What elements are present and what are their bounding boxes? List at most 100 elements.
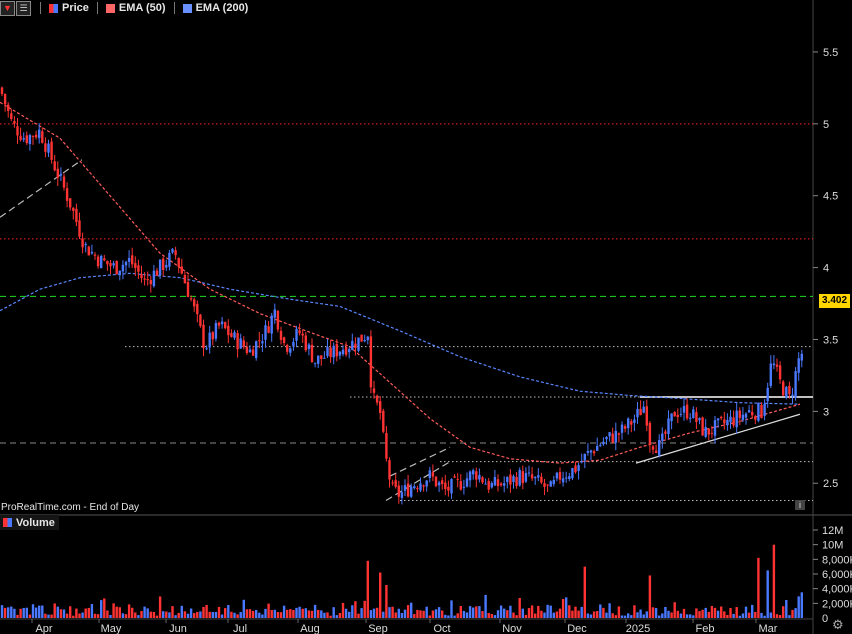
volume-bar xyxy=(648,575,652,618)
legend-separator xyxy=(173,2,175,14)
volume-label: Volume xyxy=(16,516,55,529)
y-tick-label: 2.5 xyxy=(823,478,838,490)
volume-bar xyxy=(366,560,369,618)
candle-body xyxy=(109,262,112,267)
price-label: Price xyxy=(62,2,89,14)
candle-body xyxy=(580,461,583,463)
candle-body xyxy=(385,432,388,459)
volume-bar xyxy=(205,604,208,618)
volume-bar xyxy=(363,600,366,618)
volume-bar xyxy=(59,609,63,618)
candle-body xyxy=(400,492,404,498)
candle-body xyxy=(118,270,121,276)
candle-body xyxy=(56,168,59,178)
candle-body xyxy=(199,314,202,327)
ema50-label: EMA (50) xyxy=(118,2,166,14)
collapse-arrow-icon[interactable]: ▼ xyxy=(0,0,15,16)
candle-body xyxy=(571,468,574,479)
volume-bar xyxy=(193,613,196,618)
candle-body xyxy=(645,406,648,426)
volume-bar xyxy=(506,610,509,618)
candle-body xyxy=(90,252,94,254)
candle-body xyxy=(242,340,245,347)
volume-bar xyxy=(667,610,670,618)
candle-body xyxy=(233,332,236,338)
volume-bar xyxy=(276,612,280,618)
candle-body xyxy=(22,138,25,140)
volume-bar xyxy=(372,608,376,618)
candle-body xyxy=(658,440,661,456)
volume-bar xyxy=(496,610,500,618)
volume-bar xyxy=(326,612,329,618)
candle-body xyxy=(93,254,97,256)
volume-bar xyxy=(636,612,639,618)
candle-body xyxy=(261,341,264,344)
volume-bar xyxy=(56,606,59,618)
volume-bar xyxy=(509,605,512,618)
candle-body xyxy=(41,131,44,143)
candle-body xyxy=(605,436,608,440)
volume-bar xyxy=(28,614,32,618)
candle-body xyxy=(329,347,332,357)
volume-bar xyxy=(208,611,211,618)
volume-bar xyxy=(227,605,230,618)
volume-bar xyxy=(800,592,803,618)
candle-body xyxy=(695,412,698,422)
candle-body xyxy=(534,476,537,479)
volume-bar xyxy=(47,614,50,618)
candle-body xyxy=(589,450,593,453)
candle-body xyxy=(236,333,239,350)
volume-bar xyxy=(245,609,249,618)
volume-bar xyxy=(735,607,738,618)
volume-bar xyxy=(571,610,574,618)
candle-body xyxy=(13,120,16,124)
volume-bar xyxy=(406,605,410,618)
volume-bar xyxy=(124,614,128,618)
volume-bar xyxy=(447,615,450,618)
candle-body xyxy=(282,337,286,343)
volume-bar xyxy=(534,613,537,618)
candle-body xyxy=(778,365,782,380)
candle-body xyxy=(546,484,549,486)
candle-body xyxy=(565,477,568,479)
candle-body xyxy=(251,349,255,356)
volume-bar xyxy=(434,609,438,618)
x-tick-label: May xyxy=(101,623,122,634)
volume-bar xyxy=(90,604,94,618)
candle-body xyxy=(499,483,503,486)
candle-body xyxy=(428,470,431,478)
volume-bar xyxy=(751,604,754,618)
candle-body xyxy=(375,395,379,403)
candle-body xyxy=(121,264,125,272)
volume-bar xyxy=(565,597,568,618)
volume-bar xyxy=(298,606,301,618)
candle-body xyxy=(608,432,611,437)
candle-body xyxy=(227,325,230,336)
volume-bar xyxy=(472,607,475,618)
info-icon[interactable]: i xyxy=(795,500,805,510)
candle-body xyxy=(602,441,605,445)
volume-tick-label: 4,000K xyxy=(822,584,852,596)
candle-body xyxy=(447,486,450,491)
close-icon[interactable]: ☰ xyxy=(16,0,31,16)
volume-bar xyxy=(320,610,323,618)
volume-tick-label: 6,000K xyxy=(822,569,852,581)
candle-body xyxy=(369,336,373,388)
volume-bar xyxy=(444,614,447,618)
candle-body xyxy=(685,404,689,419)
candle-body xyxy=(286,344,289,352)
candle-body xyxy=(744,413,748,418)
volume-bar xyxy=(450,600,453,618)
settings-icon[interactable]: ⚙ xyxy=(832,618,846,632)
candle-body xyxy=(239,338,242,349)
candle-body xyxy=(623,426,627,429)
candle-body xyxy=(549,481,552,487)
volume-bar xyxy=(62,609,66,618)
volume-bar xyxy=(397,608,400,618)
candle-body xyxy=(152,270,156,287)
candle-body xyxy=(713,420,717,436)
candle-body xyxy=(698,418,701,421)
ema200-swatch xyxy=(182,3,192,13)
candle-body xyxy=(574,465,577,473)
volume-bar xyxy=(431,610,435,618)
